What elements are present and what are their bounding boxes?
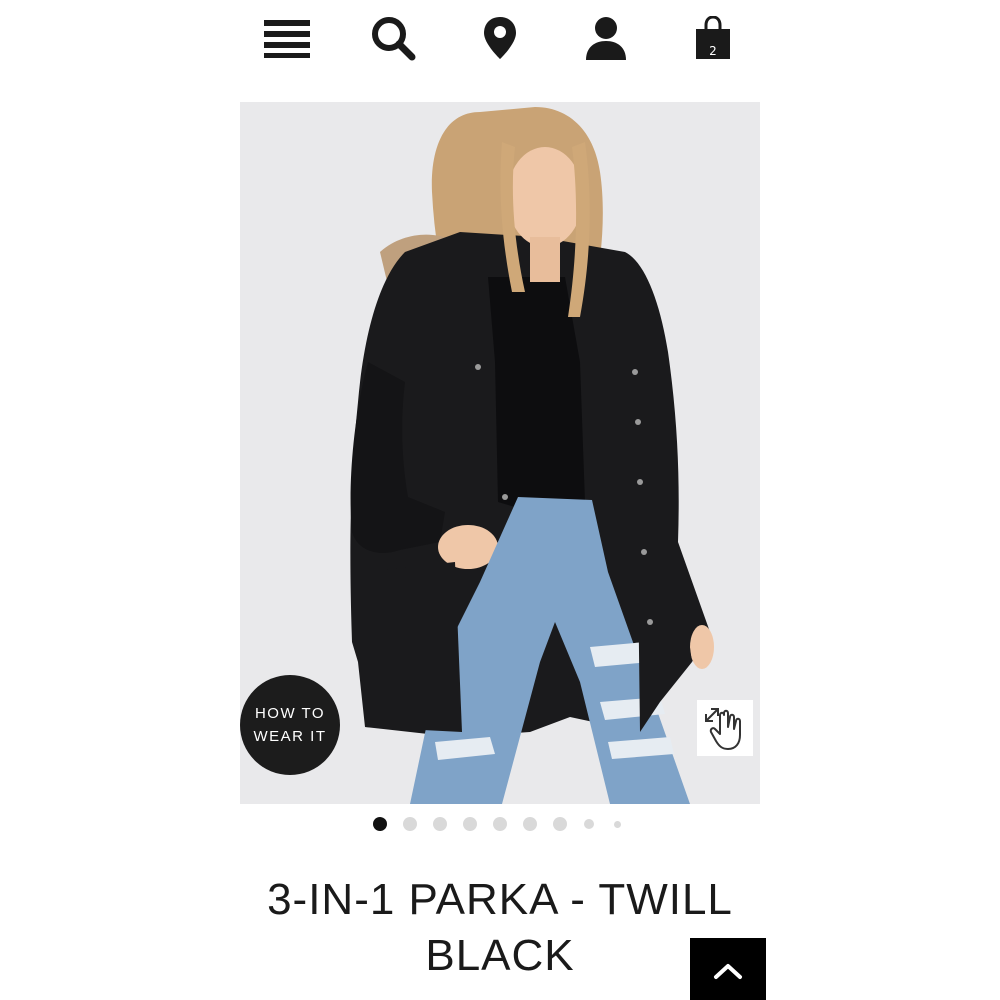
store-locator-button[interactable] — [470, 10, 530, 66]
location-pin-icon — [484, 17, 516, 59]
search-icon — [372, 17, 416, 61]
account-icon — [586, 17, 626, 60]
carousel-dot[interactable] — [433, 817, 447, 831]
carousel-dot[interactable] — [463, 817, 477, 831]
menu-icon — [264, 20, 310, 58]
carousel-dot[interactable] — [553, 817, 567, 831]
image-carousel-dots — [370, 815, 630, 833]
pinch-zoom-hand-icon — [705, 708, 741, 750]
product-title-line1: 3-IN-1 PARKA - TWILL — [267, 875, 733, 924]
account-button[interactable] — [576, 10, 636, 66]
search-button[interactable] — [363, 10, 423, 66]
carousel-dot[interactable] — [523, 817, 537, 831]
menu-button[interactable] — [257, 10, 317, 66]
carousel-dot[interactable] — [373, 817, 387, 831]
how-to-wear-it-button[interactable]: HOW TO WEAR IT — [240, 675, 340, 775]
cart-count-badge: 2 — [709, 44, 717, 58]
carousel-dot[interactable] — [584, 819, 594, 829]
top-navigation: 2 — [0, 0, 1000, 80]
zoom-button[interactable] — [697, 700, 753, 756]
how-to-wear-line2: WEAR IT — [253, 728, 327, 745]
carousel-dot[interactable] — [614, 820, 621, 828]
chevron-up-icon — [714, 964, 742, 979]
carousel-dot[interactable] — [403, 817, 417, 831]
back-to-top-button[interactable] — [690, 938, 766, 1000]
shopping-bag-button[interactable]: 2 — [683, 10, 743, 66]
carousel-dot[interactable] — [493, 817, 507, 831]
how-to-wear-line1: HOW TO — [254, 705, 326, 722]
